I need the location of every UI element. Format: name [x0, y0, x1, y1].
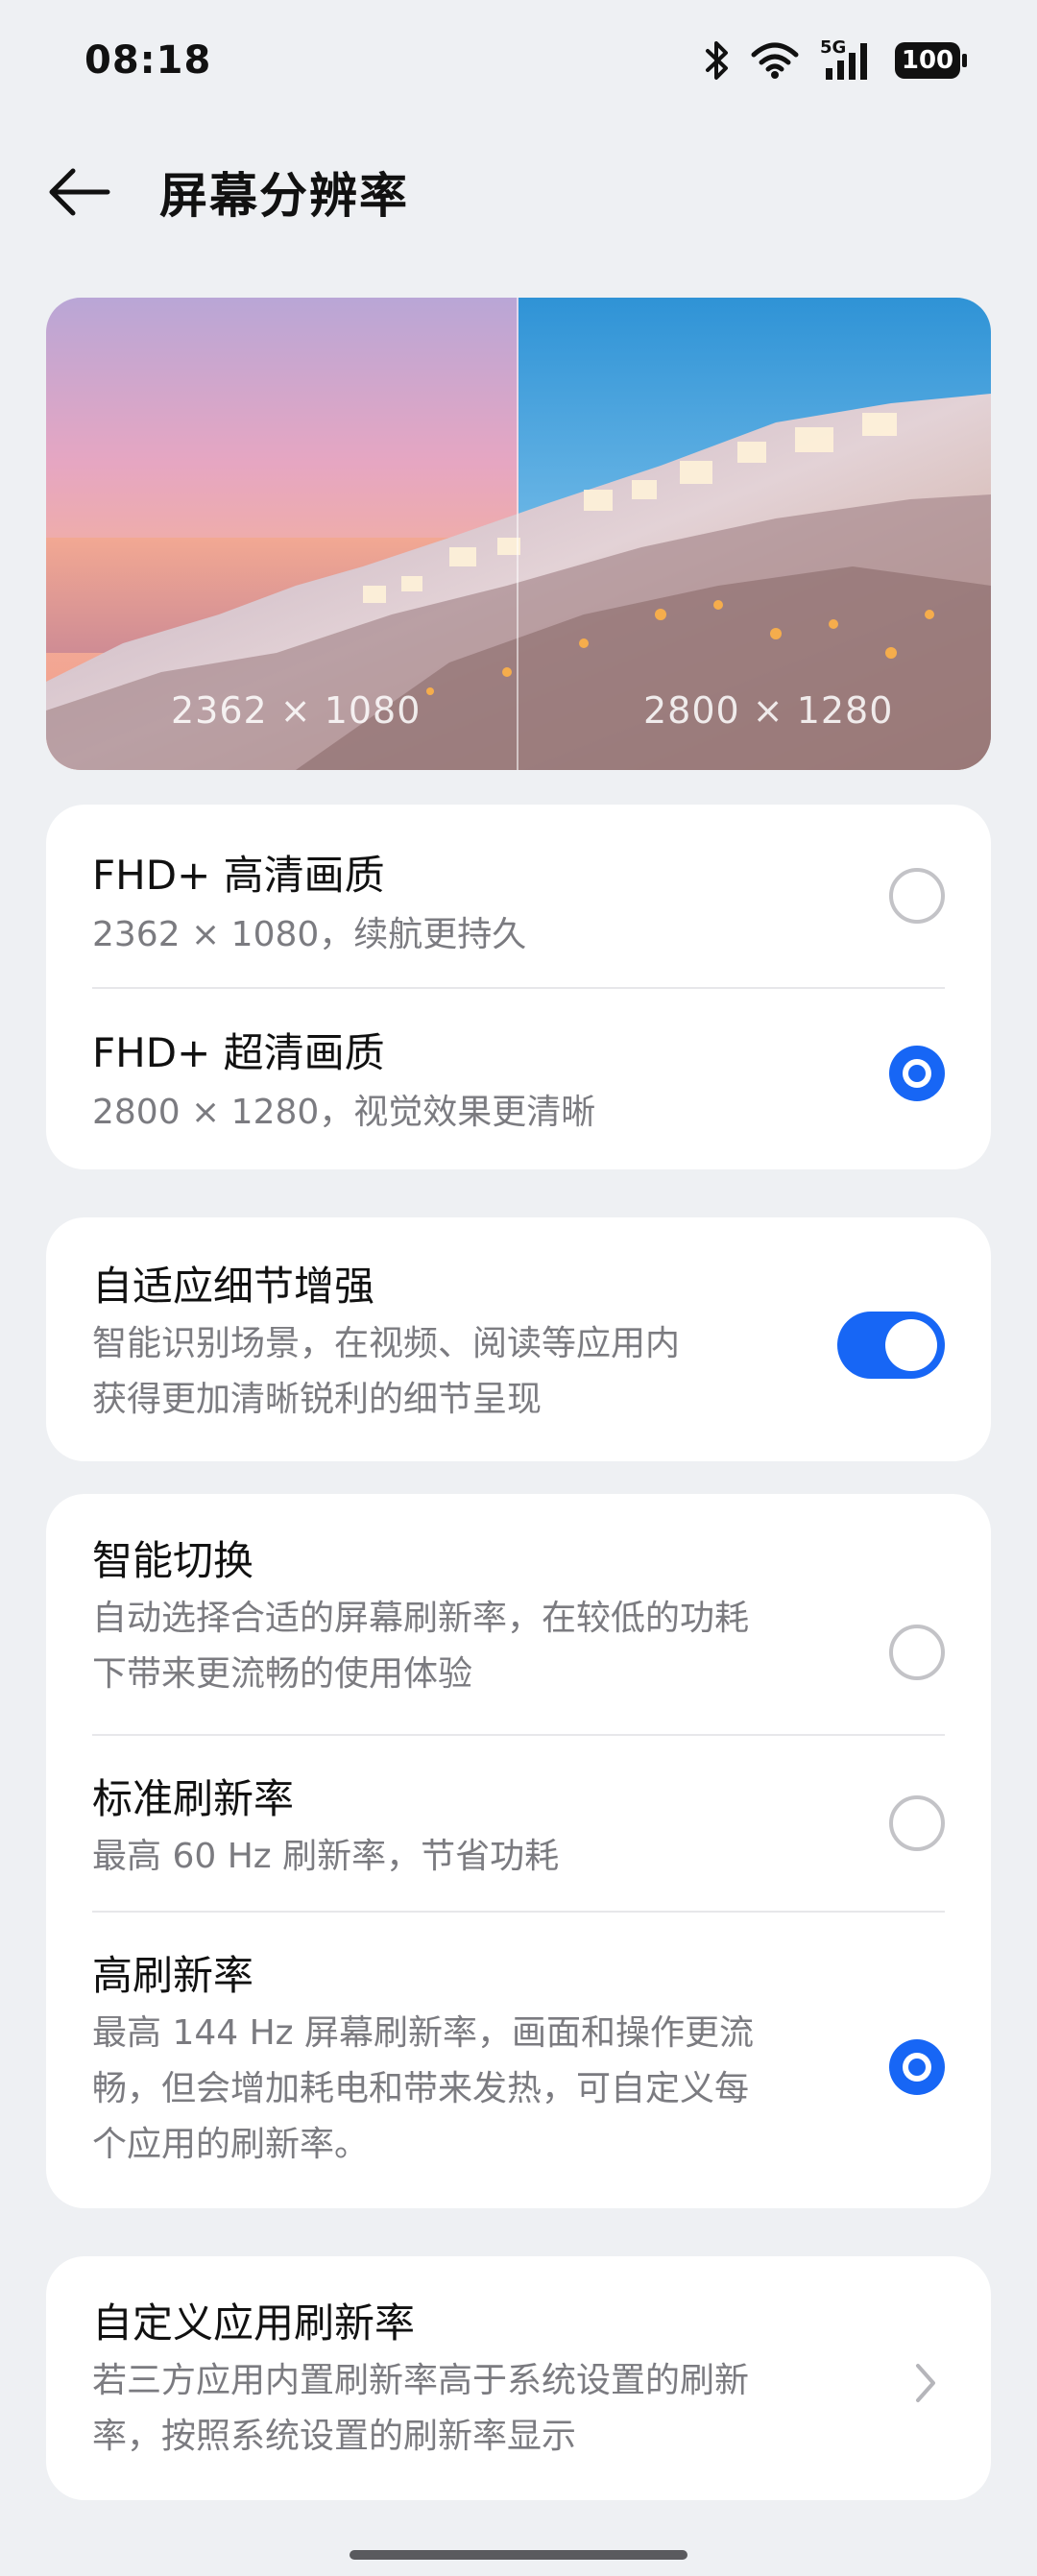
- option-title: 高刷新率: [92, 1952, 254, 1999]
- detail-enhance-subtitle-1: 智能识别场景，在视频、阅读等应用内: [92, 1324, 681, 1363]
- option-subtitle-1: 最高 60 Hz 刷新率，节省功耗: [92, 1837, 560, 1876]
- resolution-options-card: FHD+ 高清画质 2362 × 1080，续航更持久 FHD+ 超清画质 28…: [46, 805, 991, 1169]
- status-time: 08:18: [84, 38, 212, 83]
- option-title: FHD+ 超清画质: [92, 1029, 385, 1076]
- detail-enhance-subtitle-2: 获得更加清晰锐利的细节呈现: [92, 1380, 543, 1419]
- divider: [92, 987, 945, 989]
- toggle-knob: [885, 1319, 937, 1371]
- option-subtitle: 2800 × 1280，视觉效果更清晰: [92, 1093, 596, 1132]
- resolution-option-fhd-ultra[interactable]: FHD+ 超清画质 2800 × 1280，视觉效果更清晰: [92, 1021, 945, 1132]
- option-subtitle-1: 最高 144 Hz 屏幕刷新率，画面和操作更流: [92, 2013, 755, 2053]
- radio-selected[interactable]: [889, 1046, 945, 1101]
- detail-enhance-card: 自适应细节增强 智能识别场景，在视频、阅读等应用内 获得更加清晰锐利的细节呈现: [46, 1217, 991, 1461]
- custom-refresh-subtitle-1: 若三方应用内置刷新率高于系统设置的刷新: [92, 2361, 750, 2400]
- option-subtitle-3: 个应用的刷新率。: [92, 2125, 370, 2164]
- battery-icon: 100: [895, 42, 967, 79]
- refresh-option-smart-switch[interactable]: 智能切换 自动选择合适的屏幕刷新率，在较低的功耗 下带来更流畅的使用体验: [92, 1529, 945, 1694]
- option-subtitle-2: 下带来更流畅的使用体验: [92, 1654, 473, 1694]
- preview-left-resolution-label: 2362 × 1080: [171, 689, 422, 732]
- page-title: 屏幕分辨率: [159, 168, 409, 224]
- option-title: 标准刷新率: [92, 1775, 295, 1822]
- option-subtitle: 2362 × 1080，续航更持久: [92, 915, 527, 954]
- detail-enhance-row[interactable]: 自适应细节增强 智能识别场景，在视频、阅读等应用内 获得更加清晰锐利的细节呈现: [92, 1254, 945, 1427]
- option-title: FHD+ 高清画质: [92, 852, 385, 899]
- back-arrow-icon[interactable]: [44, 163, 113, 221]
- chevron-right-icon: [916, 2364, 935, 2402]
- radio-selected[interactable]: [889, 2039, 945, 2095]
- status-icons: 5G 100: [705, 37, 967, 83]
- divider: [92, 1734, 945, 1736]
- detail-enhance-toggle[interactable]: [837, 1312, 945, 1379]
- resolution-preview-image: 2362 × 1080 2800 × 1280: [46, 298, 991, 770]
- divider: [92, 1911, 945, 1913]
- option-title: 智能切换: [92, 1537, 254, 1584]
- comparison-divider: [517, 298, 518, 770]
- home-indicator[interactable]: [350, 2550, 687, 2560]
- custom-refresh-card[interactable]: 自定义应用刷新率 若三方应用内置刷新率高于系统设置的刷新 率，按照系统设置的刷新…: [46, 2256, 991, 2500]
- refresh-rate-card: 智能切换 自动选择合适的屏幕刷新率，在较低的功耗 下带来更流畅的使用体验 标准刷…: [46, 1494, 991, 2208]
- status-bar: 08:18 5G 100: [0, 0, 1037, 125]
- bluetooth-icon: [706, 41, 728, 80]
- network-type-label: 5G: [820, 37, 847, 58]
- custom-refresh-title: 自定义应用刷新率: [92, 2299, 416, 2347]
- refresh-option-standard[interactable]: 标准刷新率 最高 60 Hz 刷新率，节省功耗: [92, 1767, 945, 1876]
- wifi-icon: [751, 42, 799, 79]
- option-subtitle-2: 畅，但会增加耗电和带来发热，可自定义每: [92, 2069, 750, 2108]
- custom-refresh-subtitle-2: 率，按照系统设置的刷新率显示: [92, 2417, 577, 2456]
- preview-right-resolution-label: 2800 × 1280: [643, 689, 894, 732]
- resolution-option-fhd-hd[interactable]: FHD+ 高清画质 2362 × 1080，续航更持久: [92, 843, 945, 954]
- cellular-signal-icon: 5G: [820, 37, 874, 80]
- page-header: 屏幕分辨率: [0, 144, 1037, 240]
- refresh-option-high[interactable]: 高刷新率 最高 144 Hz 屏幕刷新率，画面和操作更流 畅，但会增加耗电和带来…: [92, 1943, 945, 2174]
- radio-unselected[interactable]: [889, 1795, 945, 1851]
- custom-refresh-row[interactable]: 自定义应用刷新率 若三方应用内置刷新率高于系统设置的刷新 率，按照系统设置的刷新…: [92, 2291, 945, 2473]
- detail-enhance-title: 自适应细节增强: [92, 1263, 375, 1310]
- radio-unselected[interactable]: [889, 868, 945, 924]
- radio-unselected[interactable]: [889, 1625, 945, 1680]
- option-subtitle-1: 自动选择合适的屏幕刷新率，在较低的功耗: [92, 1599, 750, 1638]
